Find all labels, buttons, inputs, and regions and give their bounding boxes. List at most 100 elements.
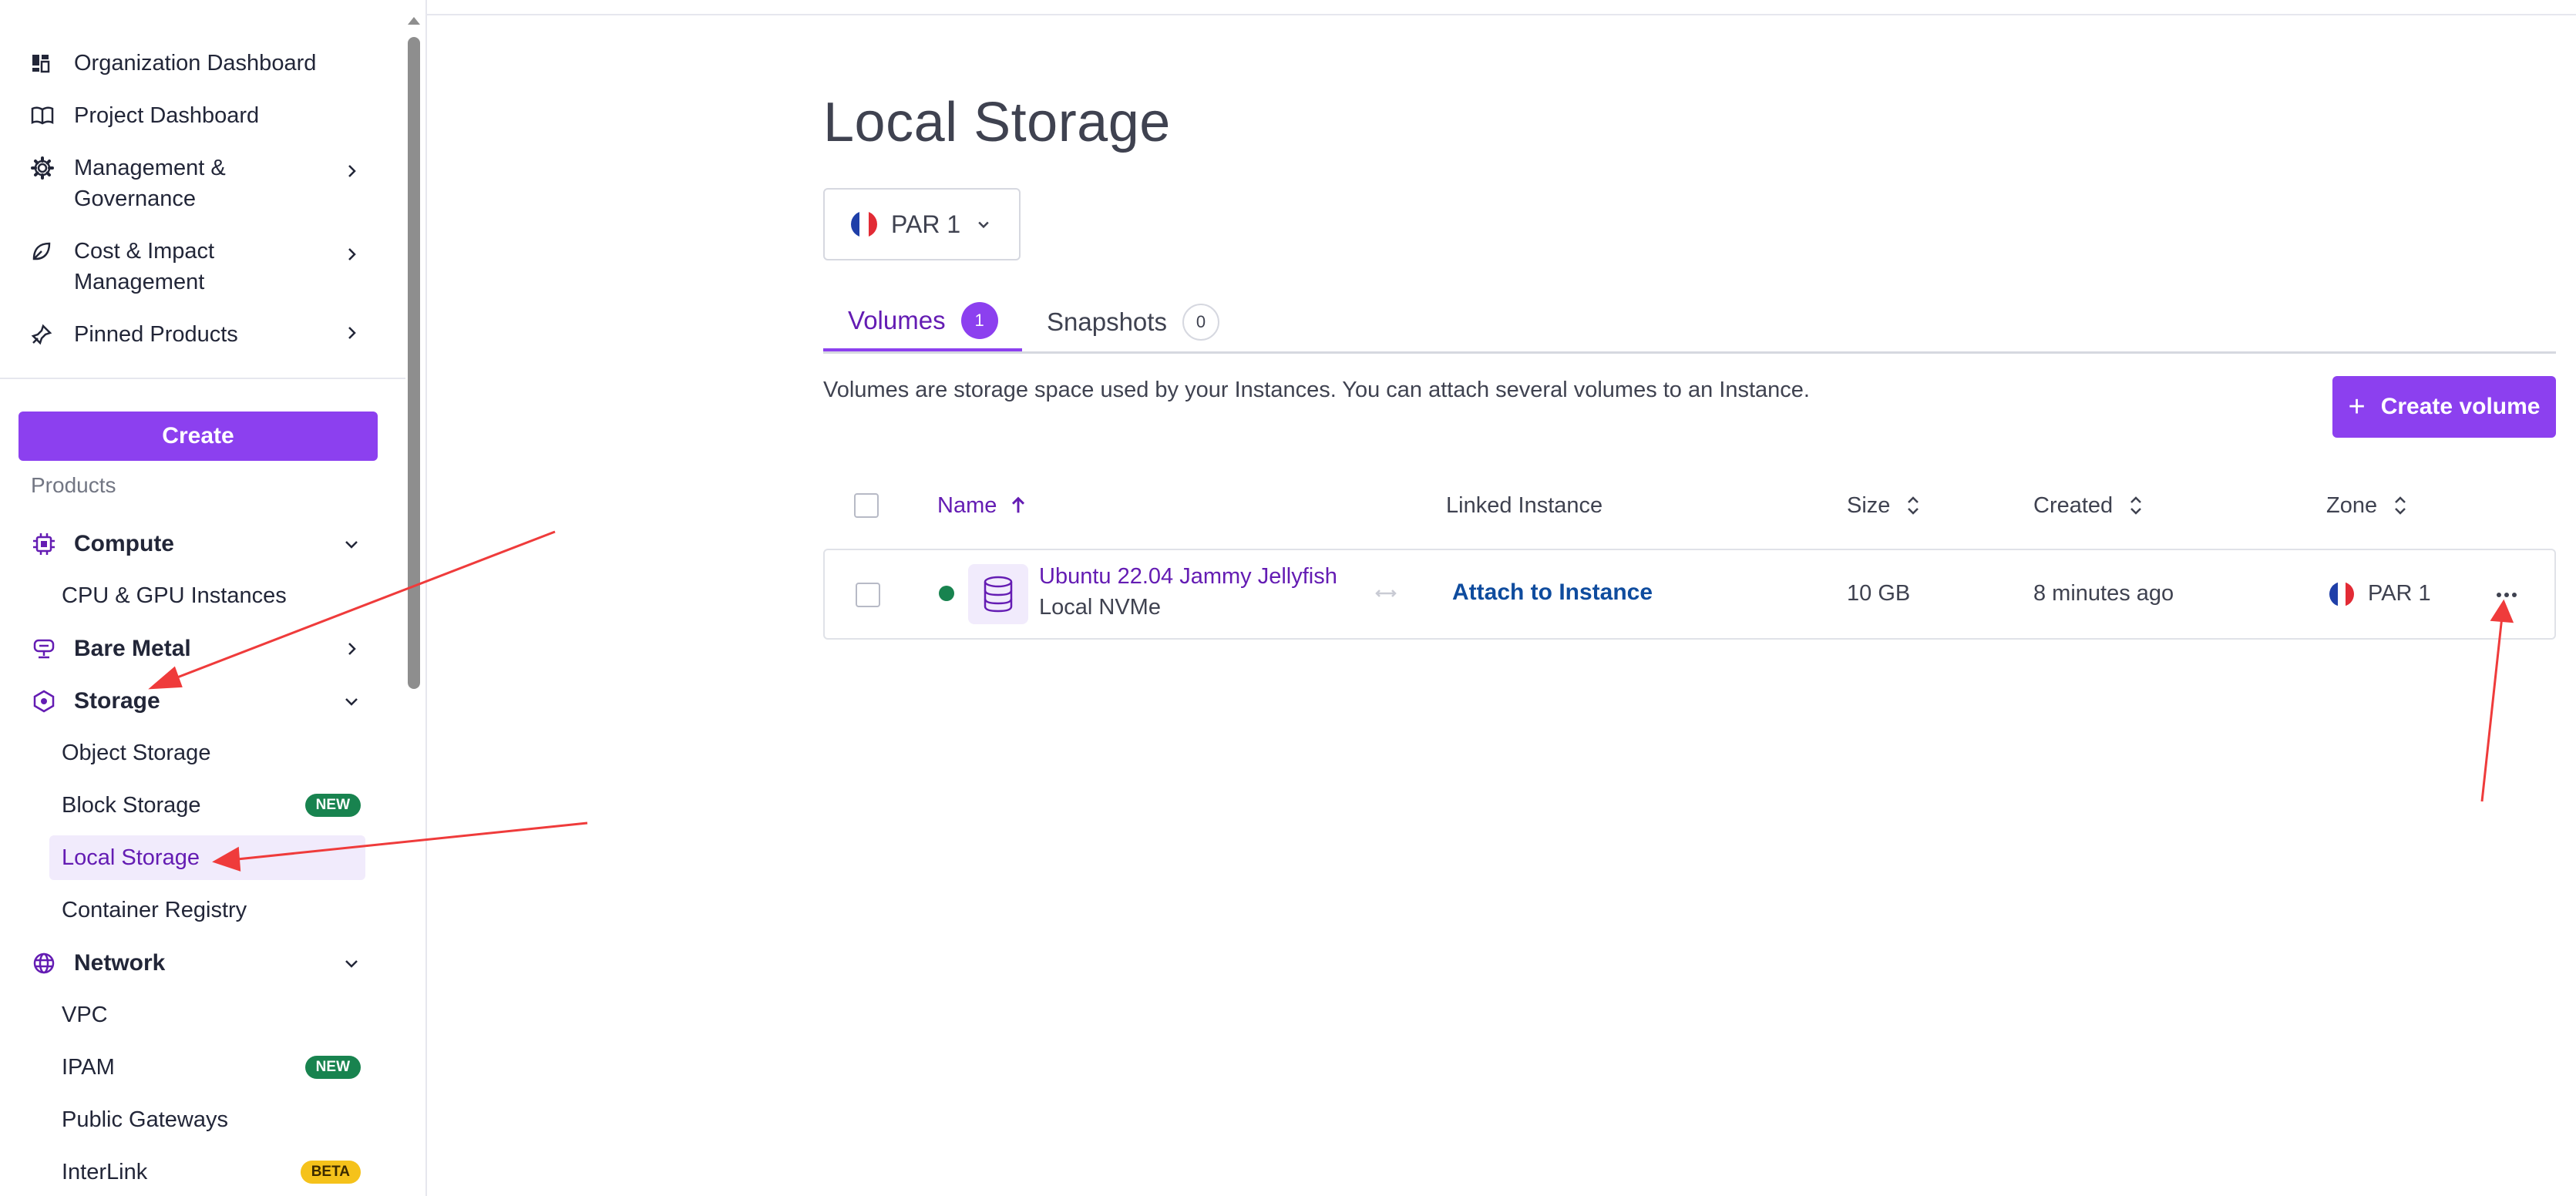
volume-type: Local NVMe xyxy=(1039,595,1161,620)
column-header-label: Zone xyxy=(2326,492,2378,518)
chevron-down-icon xyxy=(345,698,358,706)
page-description: Volumes are storage space used by your I… xyxy=(823,378,1810,402)
chevron-down-icon xyxy=(345,541,358,549)
category-compute[interactable]: Compute xyxy=(31,527,370,561)
category-bare-metal[interactable]: Bare Metal xyxy=(31,632,370,666)
sidebar-item-vpc[interactable]: VPC xyxy=(62,993,370,1037)
volume-zone: PAR 1 xyxy=(2329,581,2431,606)
sidebar-item-object-storage[interactable]: Object Storage xyxy=(62,731,370,775)
scrollbar-thumb[interactable] xyxy=(408,37,420,689)
database-icon xyxy=(968,564,1028,624)
category-label: Bare Metal xyxy=(74,636,191,661)
column-header-label: Created xyxy=(2033,492,2114,518)
nav-pinned-products[interactable]: Pinned Products xyxy=(31,319,370,350)
pin-icon xyxy=(31,319,57,350)
chevron-down-icon xyxy=(978,221,989,229)
new-badge: NEW xyxy=(304,794,361,817)
nav-management-governance[interactable]: Management & Governance xyxy=(31,153,370,214)
nav-label: Management & Governance xyxy=(74,153,226,214)
products-label: Products xyxy=(31,473,116,497)
category-label: Network xyxy=(74,950,166,976)
column-header-label: Linked Instance xyxy=(1446,492,1603,518)
volume-size: 10 GB xyxy=(1847,581,1911,606)
sidebar-item-local-storage[interactable]: Local Storage xyxy=(49,835,365,880)
category-storage[interactable]: Storage xyxy=(31,684,370,718)
volume-name-link[interactable]: Ubuntu 22.04 Jammy Jellyfish xyxy=(1039,564,1340,590)
gear-icon xyxy=(31,153,57,183)
compute-icon xyxy=(31,531,57,557)
column-header-zone[interactable]: Zone xyxy=(2326,490,2410,521)
column-header-created[interactable]: Created xyxy=(2033,490,2145,521)
chevron-down-icon xyxy=(345,960,358,968)
chevron-right-icon xyxy=(348,327,356,339)
nav-label-line1: Cost & Impact xyxy=(74,239,215,264)
nav-label: Pinned Products xyxy=(74,322,238,347)
sort-icon xyxy=(1908,496,1919,515)
sidebar-item-public-gateways[interactable]: Public Gateways xyxy=(62,1097,370,1142)
france-flag-icon xyxy=(851,211,877,237)
plus-icon: + xyxy=(2348,390,2366,423)
sidebar-item-label: CPU & GPU Instances xyxy=(62,583,287,608)
chevron-right-icon xyxy=(348,643,356,655)
category-label: Compute xyxy=(74,531,174,556)
tabs: Volumes 1 Snapshots 0 xyxy=(823,293,2556,354)
column-header-label: Size xyxy=(1847,492,1891,518)
tab-count: 0 xyxy=(1182,304,1219,341)
nav-label: Cost & Impact Management xyxy=(74,236,214,297)
sort-icon xyxy=(2130,496,2142,515)
sidebar-item-label: InterLink xyxy=(62,1159,148,1184)
tab-snapshots[interactable]: Snapshots 0 xyxy=(1047,293,1219,351)
arrow-up-icon xyxy=(1012,496,1025,513)
create-volume-label: Create volume xyxy=(2380,394,2541,419)
create-volume-button[interactable]: + Create volume xyxy=(2332,376,2556,438)
nav-label-line2: Governance xyxy=(74,186,196,211)
tab-volumes[interactable]: Volumes 1 xyxy=(823,293,1022,351)
volume-zone-label: PAR 1 xyxy=(2368,581,2431,606)
page-title: Local Storage xyxy=(823,92,1171,153)
category-network[interactable]: Network xyxy=(31,946,370,980)
nav-label: Organization Dashboard xyxy=(74,51,317,76)
nav-cost-impact[interactable]: Cost & Impact Management xyxy=(31,236,370,297)
tab-count: 1 xyxy=(960,302,998,339)
more-actions-icon[interactable] xyxy=(2491,580,2522,610)
scroll-up-arrow-icon[interactable] xyxy=(408,17,420,25)
sidebar-item-label: Container Registry xyxy=(62,897,247,922)
category-label: Storage xyxy=(74,688,160,714)
chevron-right-icon xyxy=(348,248,356,260)
sidebar-item-interlink[interactable]: InterLink BETA xyxy=(62,1150,370,1194)
column-header-linked-instance: Linked Instance xyxy=(1446,490,1602,521)
new-badge: NEW xyxy=(304,1056,361,1079)
select-all-checkbox[interactable] xyxy=(854,493,879,518)
create-button[interactable]: Create xyxy=(18,412,378,461)
nav-project-dashboard[interactable]: Project Dashboard xyxy=(31,100,370,131)
sidebar-item-block-storage[interactable]: Block Storage NEW xyxy=(62,783,370,828)
france-flag-icon xyxy=(2329,581,2354,606)
status-active-dot xyxy=(939,586,954,601)
zone-select-value: PAR 1 xyxy=(891,210,961,238)
sidebar-item-label: Public Gateways xyxy=(62,1107,228,1132)
column-header-name[interactable]: Name xyxy=(937,490,1029,521)
header-border xyxy=(425,14,2576,15)
table-row[interactable] xyxy=(823,549,2556,640)
nav-label: Project Dashboard xyxy=(74,103,260,128)
sidebar-item-cpu-gpu-instances[interactable]: CPU & GPU Instances xyxy=(62,573,370,618)
bare-metal-icon xyxy=(31,636,57,662)
zone-select[interactable]: PAR 1 xyxy=(823,188,1021,260)
nav-organization-dashboard[interactable]: Organization Dashboard xyxy=(31,48,370,79)
tab-label: Snapshots xyxy=(1047,307,1167,336)
sidebar-item-ipam[interactable]: IPAM NEW xyxy=(62,1045,370,1090)
sidebar-item-label: Block Storage xyxy=(62,792,201,818)
volume-created: 8 minutes ago xyxy=(2033,581,2174,606)
sidebar-item-container-registry[interactable]: Container Registry xyxy=(62,888,370,932)
sidebar-item-label: Local Storage xyxy=(62,845,200,870)
sidebar-divider xyxy=(0,378,410,379)
sidebar: Organization Dashboard Project Dashboard… xyxy=(0,0,427,1196)
nav-label-line2: Management xyxy=(74,270,205,294)
sidebar-item-label: VPC xyxy=(62,1002,108,1027)
sidebar-item-label: IPAM xyxy=(62,1054,115,1080)
column-header-size[interactable]: Size xyxy=(1847,490,1922,521)
row-checkbox[interactable] xyxy=(856,583,880,607)
book-icon xyxy=(31,100,57,131)
leaf-icon xyxy=(31,236,57,267)
attach-to-instance-link[interactable]: Attach to Instance xyxy=(1452,580,1653,606)
